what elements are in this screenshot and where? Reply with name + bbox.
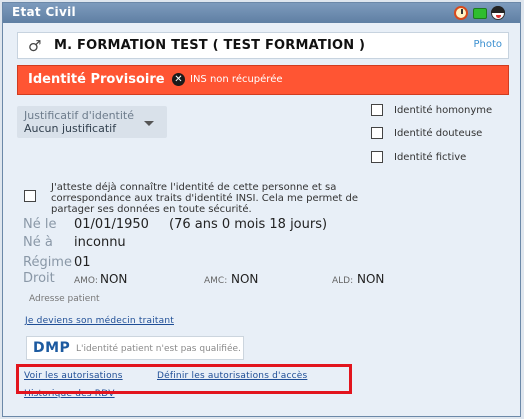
regime-label: Régime [23,255,72,270]
justificatif-label: Justificatif d'identité [24,109,135,122]
birthplace-label: Né à [23,235,53,250]
droit-label: Droit [23,271,55,286]
panel-titlebar: Etat Civil [3,3,520,23]
identity-status-banner: Identité Provisoire ✕ INS non récupérée [17,65,509,95]
attestation-text: J'atteste déjà connaître l'identité de c… [51,182,359,215]
amc-value: NON [231,272,259,286]
amo-value: NON [100,272,128,286]
checkbox-fictive-label: Identité fictive [394,152,467,163]
dmp-box[interactable]: DMP L'identité patient n'est pas qualifi… [26,336,244,360]
battery-icon[interactable] [473,8,487,19]
patient-age: (76 ans 0 mois 18 jours) [169,217,328,232]
panel-title: Etat Civil [12,5,76,19]
dmp-status: L'identité patient n'est pas qualifiée. [76,344,241,354]
ald-label: ALD: [332,276,354,286]
close-circle-icon: ✕ [172,73,185,86]
dropdown-arrow-icon [144,121,154,126]
male-icon: ♂ [28,37,42,55]
checkbox-fictive[interactable] [371,151,383,163]
checkbox-douteuse[interactable] [371,127,383,139]
birth-label: Né le [23,217,57,232]
birthplace-value: inconnu [74,235,126,250]
birth-date: 01/01/1950 [74,217,149,232]
amo-label: AMO: [74,276,98,286]
photo-link[interactable]: Photo [473,39,502,50]
identity-status: Identité Provisoire [28,72,165,87]
ins-status: INS non récupérée [190,74,283,85]
justificatif-value: Aucun justificatif [24,122,117,135]
patient-avatar-icon[interactable] [491,6,505,20]
address-label: Adresse patient [29,294,100,304]
checkbox-douteuse-label: Identité douteuse [394,128,483,139]
highlight-frame [16,364,352,394]
checkbox-attestation[interactable] [24,190,36,202]
justificatif-select[interactable]: Justificatif d'identité Aucun justificat… [17,106,167,138]
ald-value: NON [357,272,385,286]
dmp-logo: DMP [33,340,71,356]
checkbox-homonyme-label: Identité homonyme [394,105,493,116]
amc-label: AMC: [204,276,228,286]
clock-icon[interactable] [454,6,468,20]
patient-name: M. FORMATION TEST ( TEST FORMATION ) [54,38,366,53]
regime-value: 01 [74,255,91,270]
medecin-traitant-link[interactable]: Je deviens son médecin traitant [25,316,174,326]
patient-name-bar: ♂ M. FORMATION TEST ( TEST FORMATION ) P… [17,32,509,59]
checkbox-homonyme[interactable] [371,104,383,116]
etat-civil-panel: Etat Civil ♂ M. FORMATION TEST ( TEST FO… [2,2,521,417]
